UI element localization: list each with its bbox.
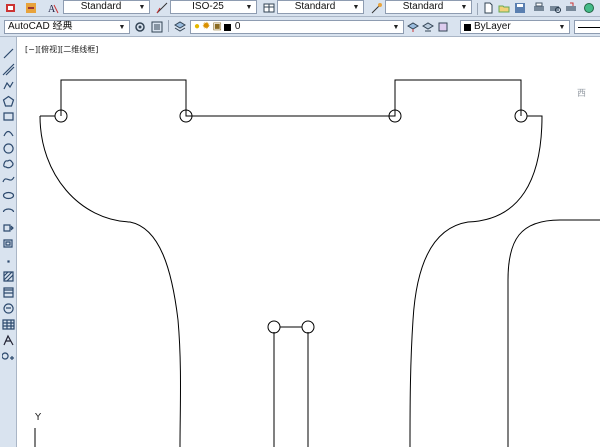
- region-icon[interactable]: [2, 302, 15, 315]
- workspace-settings-icon[interactable]: [133, 20, 147, 34]
- linetype-control-select[interactable]: [574, 20, 600, 34]
- drawing-outline-right: [409, 115, 543, 447]
- layer-select[interactable]: ● ✹ ▣ 0 ▼: [190, 20, 404, 34]
- new-file-icon[interactable]: [481, 1, 495, 15]
- linetype-preview: [578, 27, 600, 28]
- chevron-down-icon: ▼: [245, 4, 253, 11]
- publish-icon[interactable]: [564, 1, 578, 15]
- lock-open-icon: ▣: [212, 21, 222, 32]
- save-icon[interactable]: [513, 1, 527, 15]
- layer-state-icon[interactable]: [436, 20, 450, 34]
- polygon-icon[interactable]: [2, 95, 15, 108]
- color-swatch: [464, 23, 471, 31]
- line-icon[interactable]: [2, 47, 15, 60]
- polyline-icon[interactable]: [2, 79, 15, 92]
- construction-line-icon[interactable]: [2, 63, 15, 76]
- tool-icon-b[interactable]: [24, 1, 38, 15]
- table-style-select[interactable]: Standard ▼: [277, 0, 364, 14]
- chevron-down-icon: ▼: [138, 4, 146, 11]
- styles-toolbar: A Standard ▼ ISO-25 ▼ Standard ▼ Standard ▼: [0, 0, 600, 17]
- drawing-outline-far-right: [507, 219, 600, 447]
- layer-name: 0: [234, 21, 241, 32]
- spline-icon[interactable]: [2, 173, 15, 186]
- layer-properties-icon[interactable]: [173, 20, 187, 34]
- ellipse-arc-icon[interactable]: [2, 205, 15, 218]
- dimension-style-select[interactable]: ISO-25 ▼: [170, 0, 257, 14]
- gradient-icon[interactable]: [2, 286, 15, 299]
- customize-icon[interactable]: [150, 20, 164, 34]
- hole-circle: [301, 320, 315, 334]
- open-file-icon[interactable]: [497, 1, 511, 15]
- table-style-icon[interactable]: [262, 1, 276, 15]
- sun-thaw-icon: ✹: [202, 21, 211, 32]
- layers-toolbar: AutoCAD 经典 ▼ ● ✹ ▣ 0 ▼ ByLayer ▼: [0, 17, 600, 37]
- text-style-select[interactable]: Standard ▼: [63, 0, 150, 14]
- revision-cloud-icon[interactable]: [2, 157, 15, 170]
- chevron-down-icon: ▼: [392, 24, 400, 31]
- chevron-down-icon: ▼: [352, 4, 360, 11]
- arc-icon[interactable]: [2, 126, 15, 139]
- color-control-select[interactable]: ByLayer ▼: [460, 20, 570, 34]
- rectangle-icon[interactable]: [2, 110, 15, 123]
- layer-previous-icon[interactable]: [421, 20, 435, 34]
- text-style-icon[interactable]: A: [46, 1, 60, 15]
- ellipse-icon[interactable]: [2, 189, 15, 202]
- tool-icon-a[interactable]: [4, 1, 18, 15]
- separator: [477, 3, 478, 15]
- chevron-down-icon: ▼: [558, 24, 566, 31]
- chevron-down-icon: ▼: [118, 24, 126, 31]
- separator: [168, 20, 169, 32]
- layer-color-swatch: [223, 23, 231, 31]
- dim-style-icon[interactable]: [155, 1, 169, 15]
- drawing-stem: [273, 326, 309, 447]
- drawing-outline-left: [39, 115, 181, 447]
- table-icon[interactable]: [2, 318, 15, 331]
- multileader-style-icon[interactable]: [369, 1, 383, 15]
- insert-block-icon[interactable]: [2, 221, 15, 234]
- multileader-style-select[interactable]: Standard ▼: [385, 0, 472, 14]
- 3d-dwf-icon[interactable]: [582, 1, 596, 15]
- draw-toolbar: [0, 37, 17, 447]
- bulb-on-icon: ●: [194, 21, 201, 32]
- hatch-icon[interactable]: [2, 270, 15, 283]
- circle-icon[interactable]: [2, 142, 15, 155]
- viewcube-west-label[interactable]: 西: [577, 86, 586, 99]
- make-current-icon[interactable]: [406, 20, 420, 34]
- print-preview-icon[interactable]: [548, 1, 562, 15]
- color-value: ByLayer: [474, 21, 511, 32]
- add-selected-icon[interactable]: [2, 350, 15, 363]
- hole-circle: [267, 320, 281, 334]
- viewport-controls-label[interactable]: [−][俯视][二维线框]: [25, 44, 98, 55]
- multiline-text-icon[interactable]: [2, 334, 15, 347]
- ucs-axis-label: Y: [35, 412, 42, 423]
- workspace-select[interactable]: AutoCAD 经典 ▼: [4, 20, 130, 34]
- make-block-icon[interactable]: [2, 237, 15, 250]
- drawing-canvas[interactable]: [17, 37, 600, 447]
- print-icon[interactable]: [532, 1, 546, 15]
- point-icon[interactable]: [2, 255, 15, 268]
- drawing-outline-top: [60, 79, 522, 117]
- chevron-down-icon: ▼: [460, 4, 468, 11]
